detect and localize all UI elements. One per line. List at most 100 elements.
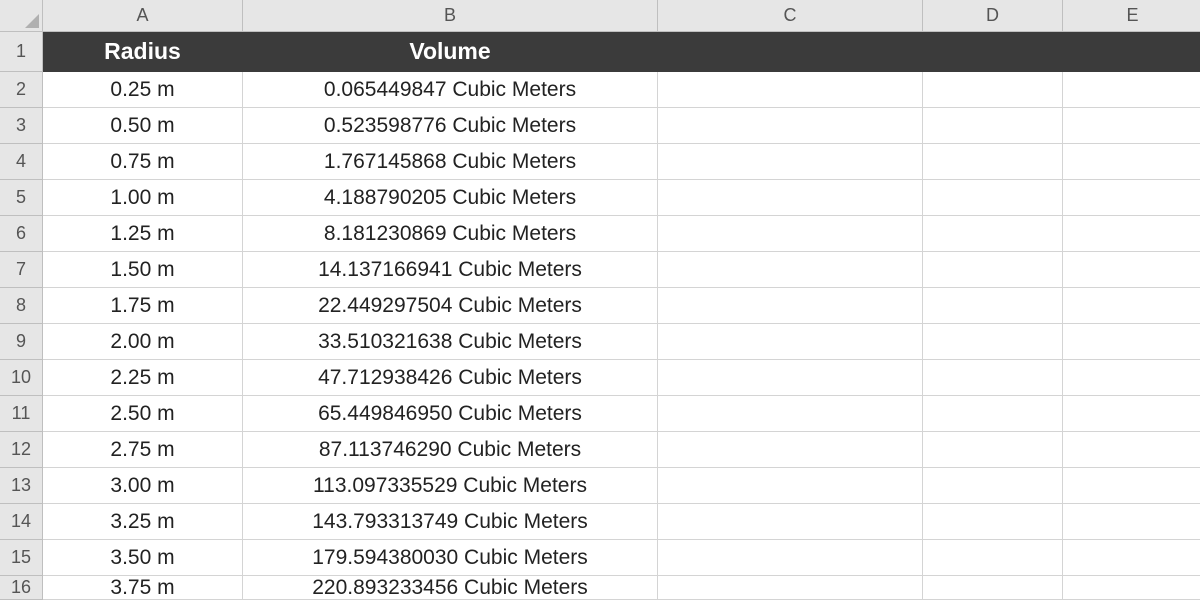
cell-empty[interactable] <box>923 144 1063 180</box>
cell-empty[interactable] <box>923 540 1063 576</box>
cell-empty[interactable] <box>1063 144 1200 180</box>
cell-empty[interactable] <box>923 108 1063 144</box>
cell-radius[interactable]: 2.00 m <box>43 324 243 360</box>
row-header-8[interactable]: 8 <box>0 288 43 324</box>
cell-radius[interactable]: 3.00 m <box>43 468 243 504</box>
cell-radius[interactable]: 2.25 m <box>43 360 243 396</box>
cell-empty[interactable] <box>1063 216 1200 252</box>
cell-empty[interactable] <box>1063 360 1200 396</box>
cell-volume[interactable]: 4.188790205 Cubic Meters <box>243 180 658 216</box>
cell-empty[interactable] <box>1063 540 1200 576</box>
cell-empty[interactable] <box>923 504 1063 540</box>
cell-empty[interactable] <box>923 252 1063 288</box>
row-header-3[interactable]: 3 <box>0 108 43 144</box>
cell-radius[interactable]: 0.75 m <box>43 144 243 180</box>
row-header-9[interactable]: 9 <box>0 324 43 360</box>
cell-volume[interactable]: 14.137166941 Cubic Meters <box>243 252 658 288</box>
cell-volume[interactable]: 47.712938426 Cubic Meters <box>243 360 658 396</box>
row-header-10[interactable]: 10 <box>0 360 43 396</box>
cell-empty[interactable] <box>923 396 1063 432</box>
col-header-A[interactable]: A <box>43 0 243 32</box>
cell-empty[interactable] <box>658 108 923 144</box>
cell-empty[interactable] <box>1063 288 1200 324</box>
row-header-2[interactable]: 2 <box>0 72 43 108</box>
cell-empty[interactable] <box>1063 504 1200 540</box>
cell-empty[interactable] <box>923 432 1063 468</box>
cell-empty[interactable] <box>1063 324 1200 360</box>
cell-empty[interactable] <box>658 504 923 540</box>
cell-radius[interactable]: 1.75 m <box>43 288 243 324</box>
cell-empty[interactable] <box>658 468 923 504</box>
cell-empty[interactable] <box>658 576 923 600</box>
cell-volume[interactable]: 0.523598776 Cubic Meters <box>243 108 658 144</box>
cell-radius[interactable]: 3.25 m <box>43 504 243 540</box>
cell-radius[interactable]: 2.75 m <box>43 432 243 468</box>
cell-radius[interactable]: 0.50 m <box>43 108 243 144</box>
row-header-14[interactable]: 14 <box>0 504 43 540</box>
header-blank-e[interactable] <box>1063 32 1200 72</box>
cell-empty[interactable] <box>1063 396 1200 432</box>
cell-volume[interactable]: 0.065449847 Cubic Meters <box>243 72 658 108</box>
cell-empty[interactable] <box>658 252 923 288</box>
cell-empty[interactable] <box>923 324 1063 360</box>
cell-empty[interactable] <box>923 216 1063 252</box>
row-header-11[interactable]: 11 <box>0 396 43 432</box>
col-header-E[interactable]: E <box>1063 0 1200 32</box>
cell-volume[interactable]: 33.510321638 Cubic Meters <box>243 324 658 360</box>
cell-radius[interactable]: 1.00 m <box>43 180 243 216</box>
row-header-13[interactable]: 13 <box>0 468 43 504</box>
cell-empty[interactable] <box>1063 108 1200 144</box>
cell-radius[interactable]: 1.50 m <box>43 252 243 288</box>
cell-volume[interactable]: 143.793313749 Cubic Meters <box>243 504 658 540</box>
cell-volume[interactable]: 1.767145868 Cubic Meters <box>243 144 658 180</box>
header-radius[interactable]: Radius <box>43 32 243 72</box>
cell-empty[interactable] <box>1063 252 1200 288</box>
cell-empty[interactable] <box>923 360 1063 396</box>
cell-radius[interactable]: 0.25 m <box>43 72 243 108</box>
cell-empty[interactable] <box>658 432 923 468</box>
cell-empty[interactable] <box>923 180 1063 216</box>
row-header-5[interactable]: 5 <box>0 180 43 216</box>
select-all-corner[interactable] <box>0 0 43 32</box>
cell-empty[interactable] <box>923 72 1063 108</box>
cell-empty[interactable] <box>1063 468 1200 504</box>
row-header-4[interactable]: 4 <box>0 144 43 180</box>
row-header-15[interactable]: 15 <box>0 540 43 576</box>
cell-empty[interactable] <box>658 396 923 432</box>
cell-empty[interactable] <box>923 576 1063 600</box>
cell-empty[interactable] <box>658 324 923 360</box>
cell-empty[interactable] <box>658 360 923 396</box>
cell-empty[interactable] <box>1063 432 1200 468</box>
cell-radius[interactable]: 3.75 m <box>43 576 243 600</box>
cell-empty[interactable] <box>658 144 923 180</box>
cell-volume[interactable]: 87.113746290 Cubic Meters <box>243 432 658 468</box>
cell-volume[interactable]: 220.893233456 Cubic Meters <box>243 576 658 600</box>
cell-volume[interactable]: 113.097335529 Cubic Meters <box>243 468 658 504</box>
col-header-D[interactable]: D <box>923 0 1063 32</box>
cell-empty[interactable] <box>1063 72 1200 108</box>
cell-radius[interactable]: 2.50 m <box>43 396 243 432</box>
cell-empty[interactable] <box>658 72 923 108</box>
cell-volume[interactable]: 179.594380030 Cubic Meters <box>243 540 658 576</box>
row-header-6[interactable]: 6 <box>0 216 43 252</box>
cell-empty[interactable] <box>658 288 923 324</box>
cell-volume[interactable]: 65.449846950 Cubic Meters <box>243 396 658 432</box>
header-blank-d[interactable] <box>923 32 1063 72</box>
cell-empty[interactable] <box>923 288 1063 324</box>
cell-empty[interactable] <box>658 216 923 252</box>
col-header-B[interactable]: B <box>243 0 658 32</box>
cell-volume[interactable]: 22.449297504 Cubic Meters <box>243 288 658 324</box>
cell-radius[interactable]: 1.25 m <box>43 216 243 252</box>
row-header-12[interactable]: 12 <box>0 432 43 468</box>
header-volume[interactable]: Volume <box>243 32 658 72</box>
row-header-16[interactable]: 16 <box>0 576 43 600</box>
row-header-1[interactable]: 1 <box>0 32 43 72</box>
cell-radius[interactable]: 3.50 m <box>43 540 243 576</box>
cell-empty[interactable] <box>1063 576 1200 600</box>
cell-empty[interactable] <box>923 468 1063 504</box>
header-blank-c[interactable] <box>658 32 923 72</box>
cell-volume[interactable]: 8.181230869 Cubic Meters <box>243 216 658 252</box>
cell-empty[interactable] <box>658 540 923 576</box>
col-header-C[interactable]: C <box>658 0 923 32</box>
cell-empty[interactable] <box>658 180 923 216</box>
